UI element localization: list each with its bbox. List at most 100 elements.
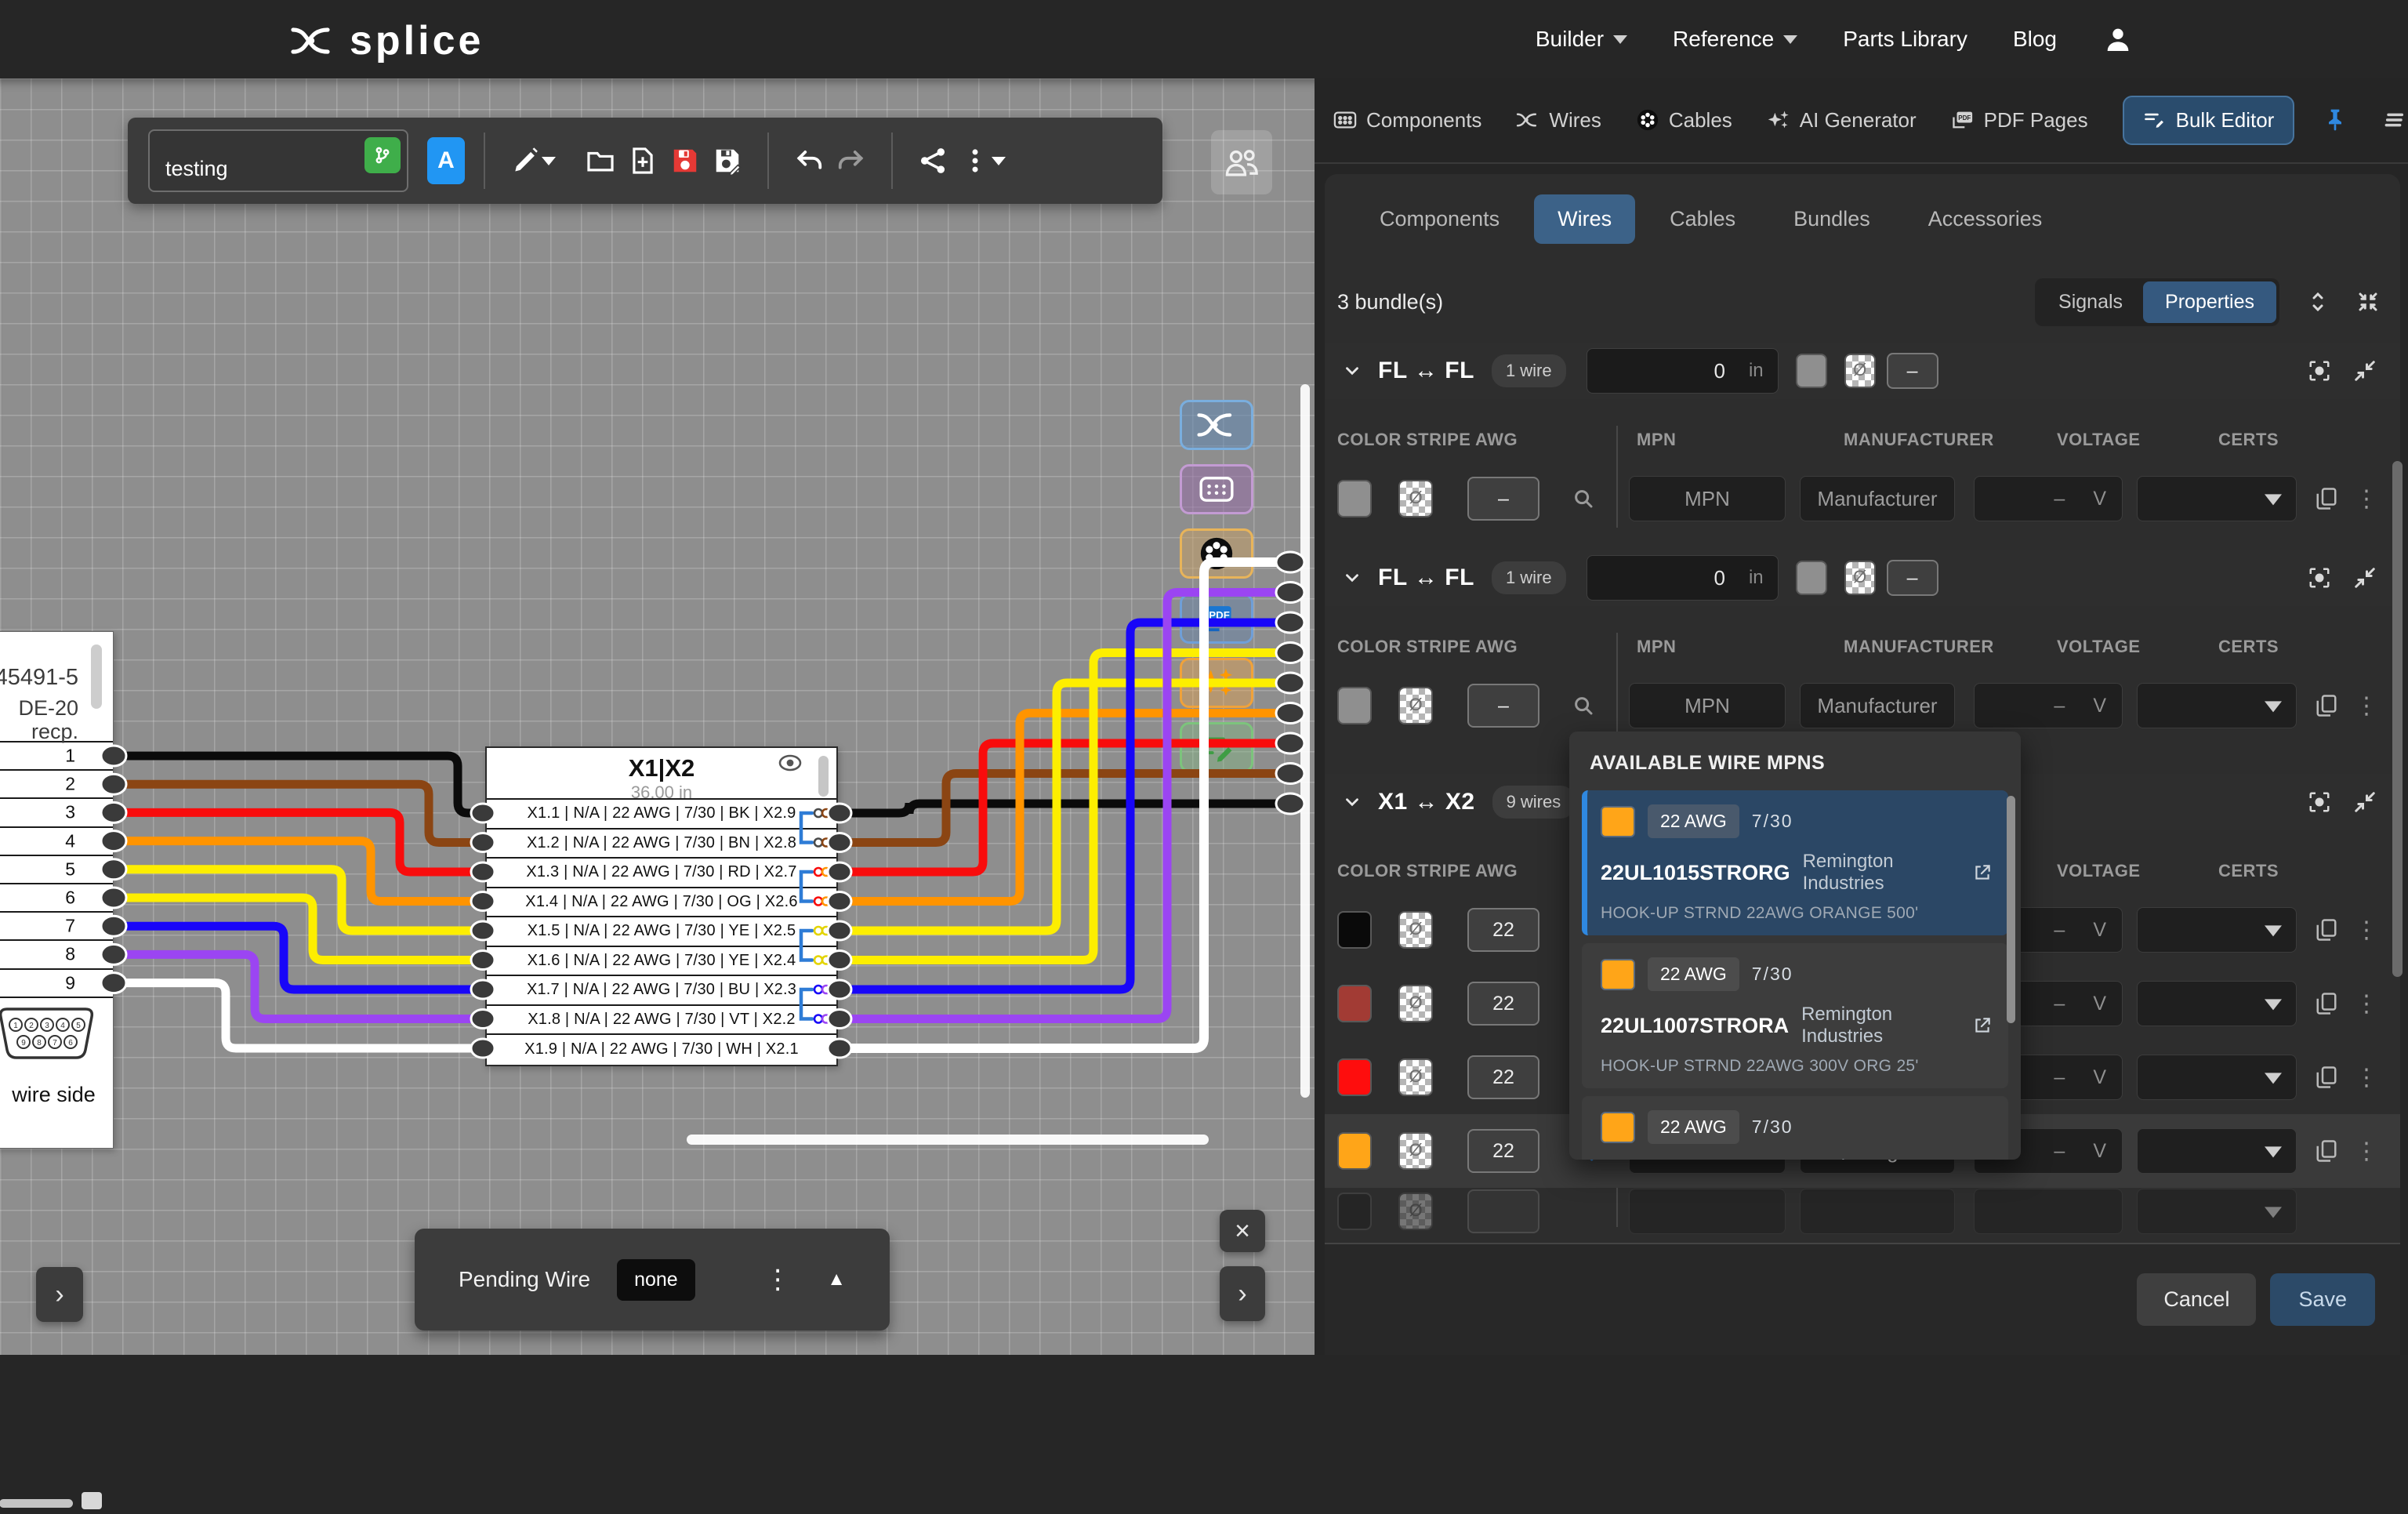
- nav-reference[interactable]: Reference: [1673, 27, 1797, 52]
- certs-select[interactable]: [2137, 1055, 2297, 1100]
- tab-components[interactable]: Components: [1333, 108, 1481, 133]
- canvas-close-button[interactable]: ×: [1220, 1210, 1265, 1252]
- bundle-color-swatch[interactable]: [1796, 354, 1827, 388]
- row-kebab-icon[interactable]: ⋮: [2355, 1064, 2378, 1091]
- share-button[interactable]: [912, 136, 954, 186]
- chevron-down-icon[interactable]: [1342, 792, 1362, 812]
- focus-bundle-icon[interactable]: [2308, 790, 2331, 814]
- subtab-bundles[interactable]: Bundles: [1770, 194, 1894, 244]
- pin-row[interactable]: 8: [0, 941, 113, 969]
- project-name-field[interactable]: [148, 129, 408, 192]
- tab-bulk-editor[interactable]: Bulk Editor: [2123, 96, 2295, 145]
- user-account-icon[interactable]: [2102, 24, 2134, 55]
- net-row[interactable]: X1.2 | N/A | 22 AWG | 7/30 | BN | X2.8: [487, 830, 836, 859]
- collapse-bundle-icon[interactable]: [2353, 359, 2377, 383]
- awg-button[interactable]: 22: [1467, 982, 1539, 1026]
- voltage-input[interactable]: [1974, 1189, 2123, 1234]
- expand-left-panel-button[interactable]: ›: [36, 1267, 83, 1322]
- wire-color-swatch[interactable]: [1337, 985, 1372, 1022]
- tab-cables[interactable]: Cables: [1636, 108, 1732, 133]
- canvas-horizontal-scrollbar[interactable]: [687, 1135, 1209, 1145]
- panel-scrollbar[interactable]: [2392, 461, 2403, 977]
- connector-scrollbar[interactable]: [91, 644, 102, 709]
- row-kebab-icon[interactable]: ⋮: [2355, 990, 2378, 1018]
- mpn-input[interactable]: [1629, 683, 1786, 728]
- row-kebab-icon[interactable]: ⋮: [2355, 692, 2378, 720]
- redo-button[interactable]: [830, 136, 872, 186]
- drop-target-bulk-edit-icon[interactable]: [1180, 722, 1253, 772]
- bundle-length-input[interactable]: 0in: [1587, 555, 1779, 601]
- awg-button[interactable]: [1467, 1189, 1539, 1233]
- connector-card-left[interactable]: 745491-5 DE-20 recp. 1 2 3 4 5 6 7 8 9 1…: [0, 631, 114, 1149]
- text-tool-button[interactable]: A: [427, 137, 465, 184]
- cancel-button[interactable]: Cancel: [2137, 1273, 2256, 1326]
- net-row[interactable]: X1.9 | N/A | 22 AWG | 7/30 | WH | X2.1: [487, 1035, 836, 1065]
- voltage-input[interactable]: –V: [1974, 683, 2123, 728]
- save-button[interactable]: [664, 136, 706, 186]
- manufacturer-input[interactable]: [1800, 683, 1955, 728]
- mpn-option[interactable]: 22 AWG 7/30 22UL1015STRORA Remington Ind…: [1582, 1096, 2008, 1160]
- wire-color-swatch[interactable]: [1337, 687, 1372, 724]
- wire-color-swatch[interactable]: [1337, 1193, 1372, 1230]
- focus-bundle-icon[interactable]: [2308, 359, 2331, 383]
- drop-target-component-icon[interactable]: [1180, 464, 1253, 514]
- toggle-properties[interactable]: Properties: [2143, 281, 2276, 323]
- canvas-vertical-scrollbar[interactable]: [1300, 384, 1310, 1098]
- subtab-wires[interactable]: Wires: [1534, 194, 1635, 244]
- mpn-option-selected[interactable]: 22 AWG 7/30 22UL1015STRORG Remington Ind…: [1582, 790, 2008, 935]
- wire-stripe-swatch[interactable]: [1398, 1132, 1433, 1170]
- draw-tool-button[interactable]: [504, 136, 546, 186]
- nav-parts-library[interactable]: Parts Library: [1843, 27, 1967, 52]
- bundle-color-swatch[interactable]: [1796, 561, 1827, 595]
- save-as-button[interactable]: [706, 136, 749, 186]
- wire-stripe-swatch[interactable]: [1398, 1058, 1433, 1096]
- collapse-all-icon[interactable]: [2356, 290, 2380, 314]
- dropdown-scrollbar[interactable]: [2007, 796, 2015, 1023]
- search-mpn-icon[interactable]: [1568, 694, 1599, 717]
- row-kebab-icon[interactable]: ⋮: [2355, 485, 2378, 513]
- pending-wire-kebab[interactable]: ⋮: [764, 1264, 791, 1295]
- more-options-kebab[interactable]: [954, 136, 996, 186]
- bundle-awg-button[interactable]: –: [1887, 560, 1938, 596]
- wire-color-swatch[interactable]: [1337, 911, 1372, 949]
- net-row[interactable]: X1.7 | N/A | 22 AWG | 7/30 | BU | X2.3: [487, 976, 836, 1006]
- search-mpn-icon[interactable]: [1568, 487, 1599, 510]
- row-kebab-icon[interactable]: ⋮: [2355, 917, 2378, 944]
- bundle-header[interactable]: FL ↔ FL 1 wire 0in –: [1325, 343, 2400, 399]
- copy-row-icon[interactable]: [2316, 694, 2337, 717]
- tab-wires[interactable]: Wires: [1516, 108, 1601, 133]
- copy-row-icon[interactable]: [2316, 992, 2337, 1015]
- external-link-icon[interactable]: [1972, 1015, 1993, 1036]
- connector-hscrollbar[interactable]: [0, 1499, 73, 1508]
- collapse-bundle-icon[interactable]: [2353, 566, 2377, 590]
- focus-bundle-icon[interactable]: [2308, 566, 2331, 590]
- mpn-input[interactable]: [1629, 476, 1786, 521]
- wire-color-swatch[interactable]: [1337, 480, 1372, 517]
- chevron-down-icon[interactable]: [1342, 361, 1362, 381]
- pin-row[interactable]: 5: [0, 856, 113, 884]
- wire-stripe-swatch[interactable]: [1398, 985, 1433, 1022]
- nav-blog[interactable]: Blog: [2013, 27, 2057, 52]
- pin-row[interactable]: 9: [0, 970, 113, 998]
- voltage-input[interactable]: –V: [1974, 476, 2123, 521]
- undo-button[interactable]: [788, 136, 830, 186]
- net-row[interactable]: X1.5 | N/A | 22 AWG | 7/30 | YE | X2.5: [487, 917, 836, 947]
- pin-row[interactable]: 3: [0, 799, 113, 827]
- awg-button[interactable]: 22: [1467, 1129, 1539, 1173]
- design-canvas[interactable]: 745491-5 DE-20 recp. 1 2 3 4 5 6 7 8 9 1…: [0, 78, 1315, 1355]
- copy-row-icon[interactable]: [2316, 1139, 2337, 1163]
- awg-button[interactable]: 22: [1467, 908, 1539, 952]
- awg-button[interactable]: –: [1467, 477, 1539, 521]
- manufacturer-input[interactable]: [1800, 1189, 1955, 1234]
- certs-select[interactable]: [2137, 476, 2297, 521]
- nav-builder[interactable]: Builder: [1536, 27, 1627, 52]
- toggle-signals[interactable]: Signals: [2038, 281, 2143, 323]
- sort-lines-icon[interactable]: [2382, 107, 2407, 133]
- mpn-input[interactable]: [1629, 1189, 1786, 1234]
- row-kebab-icon[interactable]: ⋮: [2355, 1138, 2378, 1165]
- drop-target-splice-icon[interactable]: [1180, 400, 1253, 450]
- wire-stripe-swatch[interactable]: [1398, 480, 1433, 517]
- net-row[interactable]: X1.8 | N/A | 22 AWG | 7/30 | VT | X2.2: [487, 1006, 836, 1036]
- tab-ai-generator[interactable]: AI Generator: [1767, 108, 1917, 133]
- net-row[interactable]: X1.4 | N/A | 22 AWG | 7/30 | OG | X2.6: [487, 888, 836, 918]
